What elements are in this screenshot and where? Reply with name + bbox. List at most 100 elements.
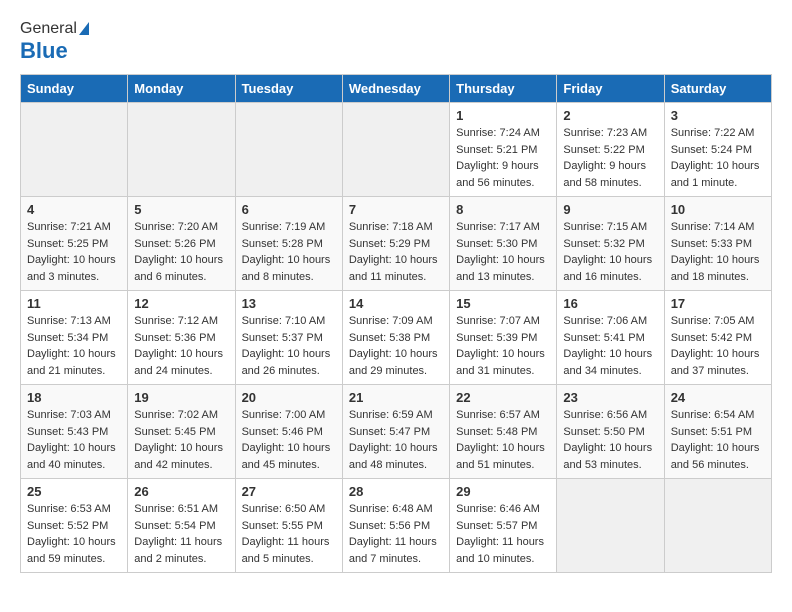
day-number: 8: [456, 202, 550, 217]
day-number: 23: [563, 390, 657, 405]
day-info: Sunrise: 6:51 AM Sunset: 5:54 PM Dayligh…: [134, 501, 228, 567]
day-number: 17: [671, 296, 765, 311]
day-number: 9: [563, 202, 657, 217]
calendar-cell: [342, 103, 449, 197]
day-info: Sunrise: 6:54 AM Sunset: 5:51 PM Dayligh…: [671, 407, 765, 473]
logo-general-text: General: [20, 20, 77, 37]
calendar-cell: [21, 103, 128, 197]
calendar-cell: 27 Sunrise: 6:50 AM Sunset: 5:55 PM Dayli…: [235, 479, 342, 573]
calendar-cell: 9 Sunrise: 7:15 AM Sunset: 5:32 PM Daylig…: [557, 197, 664, 291]
day-number: 22: [456, 390, 550, 405]
calendar-cell: 12Sunrise: 7:12 AM Sunset: 5:36 PM Dayli…: [128, 291, 235, 385]
calendar-cell: [128, 103, 235, 197]
day-number: 12: [134, 296, 228, 311]
calendar-cell: 7 Sunrise: 7:18 AM Sunset: 5:29 PM Daylig…: [342, 197, 449, 291]
day-info: Sunrise: 7:24 AM Sunset: 5:21 PM Dayligh…: [456, 125, 550, 191]
calendar-cell: 29 Sunrise: 6:46 AM Sunset: 5:57 PM Dayli…: [450, 479, 557, 573]
day-number: 28: [349, 484, 443, 499]
calendar-cell: 3 Sunrise: 7:22 AM Sunset: 5:24 PM Daylig…: [664, 103, 771, 197]
day-info: Sunrise: 7:03 AM Sunset: 5:43 PM Dayligh…: [27, 407, 121, 473]
day-info: Sunrise: 7:02 AM Sunset: 5:45 PM Dayligh…: [134, 407, 228, 473]
calendar-cell: 20Sunrise: 7:00 AM Sunset: 5:46 PM Dayli…: [235, 385, 342, 479]
day-info: Sunrise: 6:57 AM Sunset: 5:48 PM Dayligh…: [456, 407, 550, 473]
day-number: 24: [671, 390, 765, 405]
weekday-header-wednesday: Wednesday: [342, 75, 449, 103]
day-info: Sunrise: 7:06 AM Sunset: 5:41 PM Dayligh…: [563, 313, 657, 379]
calendar-cell: 5 Sunrise: 7:20 AM Sunset: 5:26 PM Daylig…: [128, 197, 235, 291]
day-info: Sunrise: 7:10 AM Sunset: 5:37 PM Dayligh…: [242, 313, 336, 379]
calendar-cell: 2 Sunrise: 7:23 AM Sunset: 5:22 PM Daylig…: [557, 103, 664, 197]
day-number: 6: [242, 202, 336, 217]
calendar-cell: 6 Sunrise: 7:19 AM Sunset: 5:28 PM Daylig…: [235, 197, 342, 291]
calendar-cell: 19 Sunrise: 7:02 AM Sunset: 5:45 PM Dayli…: [128, 385, 235, 479]
day-info: Sunrise: 6:50 AM Sunset: 5:55 PM Dayligh…: [242, 501, 336, 567]
day-info: Sunrise: 6:56 AM Sunset: 5:50 PM Dayligh…: [563, 407, 657, 473]
day-info: Sunrise: 7:07 AM Sunset: 5:39 PM Dayligh…: [456, 313, 550, 379]
day-number: 4: [27, 202, 121, 217]
calendar-week-1: 1 Sunrise: 7:24 AM Sunset: 5:21 PM Daylig…: [21, 103, 772, 197]
day-info: Sunrise: 7:15 AM Sunset: 5:32 PM Dayligh…: [563, 219, 657, 285]
day-info: Sunrise: 7:23 AM Sunset: 5:22 PM Dayligh…: [563, 125, 657, 191]
day-info: Sunrise: 7:13 AM Sunset: 5:34 PM Dayligh…: [27, 313, 121, 379]
calendar-week-2: 4 Sunrise: 7:21 AM Sunset: 5:25 PM Daylig…: [21, 197, 772, 291]
day-info: Sunrise: 7:22 AM Sunset: 5:24 PM Dayligh…: [671, 125, 765, 191]
day-number: 16: [563, 296, 657, 311]
calendar-cell: 4 Sunrise: 7:21 AM Sunset: 5:25 PM Daylig…: [21, 197, 128, 291]
day-info: Sunrise: 7:05 AM Sunset: 5:42 PM Dayligh…: [671, 313, 765, 379]
day-number: 27: [242, 484, 336, 499]
day-info: Sunrise: 6:46 AM Sunset: 5:57 PM Dayligh…: [456, 501, 550, 567]
weekday-header-monday: Monday: [128, 75, 235, 103]
calendar-cell: 18 Sunrise: 7:03 AM Sunset: 5:43 PM Dayli…: [21, 385, 128, 479]
calendar-cell: 11 Sunrise: 7:13 AM Sunset: 5:34 PM Dayli…: [21, 291, 128, 385]
calendar-cell: 10 Sunrise: 7:14 AM Sunset: 5:33 PM Dayli…: [664, 197, 771, 291]
day-number: 15: [456, 296, 550, 311]
day-number: 1: [456, 108, 550, 123]
day-number: 18: [27, 390, 121, 405]
weekday-header-friday: Friday: [557, 75, 664, 103]
day-info: Sunrise: 7:19 AM Sunset: 5:28 PM Dayligh…: [242, 219, 336, 285]
day-number: 19: [134, 390, 228, 405]
weekday-header-thursday: Thursday: [450, 75, 557, 103]
day-info: Sunrise: 7:00 AM Sunset: 5:46 PM Dayligh…: [242, 407, 336, 473]
day-info: Sunrise: 7:17 AM Sunset: 5:30 PM Dayligh…: [456, 219, 550, 285]
calendar-cell: 1 Sunrise: 7:24 AM Sunset: 5:21 PM Daylig…: [450, 103, 557, 197]
day-info: Sunrise: 7:20 AM Sunset: 5:26 PM Dayligh…: [134, 219, 228, 285]
calendar-cell: 26 Sunrise: 6:51 AM Sunset: 5:54 PM Dayli…: [128, 479, 235, 573]
calendar-cell: 22 Sunrise: 6:57 AM Sunset: 5:48 PM Dayli…: [450, 385, 557, 479]
weekday-header-tuesday: Tuesday: [235, 75, 342, 103]
calendar-cell: 16 Sunrise: 7:06 AM Sunset: 5:41 PM Dayli…: [557, 291, 664, 385]
calendar-cell: 14 Sunrise: 7:09 AM Sunset: 5:38 PM Dayli…: [342, 291, 449, 385]
day-number: 21: [349, 390, 443, 405]
day-number: 29: [456, 484, 550, 499]
calendar-cell: 28 Sunrise: 6:48 AM Sunset: 5:56 PM Dayli…: [342, 479, 449, 573]
logo: General Blue: [20, 20, 89, 64]
calendar-cell: 24 Sunrise: 6:54 AM Sunset: 5:51 PM Dayli…: [664, 385, 771, 479]
day-number: 26: [134, 484, 228, 499]
day-number: 10: [671, 202, 765, 217]
day-info: Sunrise: 6:48 AM Sunset: 5:56 PM Dayligh…: [349, 501, 443, 567]
calendar-cell: [664, 479, 771, 573]
calendar-week-5: 25Sunrise: 6:53 AM Sunset: 5:52 PM Dayli…: [21, 479, 772, 573]
calendar-cell: 17 Sunrise: 7:05 AM Sunset: 5:42 PM Dayli…: [664, 291, 771, 385]
day-number: 5: [134, 202, 228, 217]
day-number: 11: [27, 296, 121, 311]
day-info: Sunrise: 7:21 AM Sunset: 5:25 PM Dayligh…: [27, 219, 121, 285]
day-info: Sunrise: 7:09 AM Sunset: 5:38 PM Dayligh…: [349, 313, 443, 379]
weekday-header-sunday: Sunday: [21, 75, 128, 103]
day-info: Sunrise: 7:14 AM Sunset: 5:33 PM Dayligh…: [671, 219, 765, 285]
day-number: 3: [671, 108, 765, 123]
day-number: 14: [349, 296, 443, 311]
calendar-week-3: 11 Sunrise: 7:13 AM Sunset: 5:34 PM Dayli…: [21, 291, 772, 385]
calendar-table: SundayMondayTuesdayWednesdayThursdayFrid…: [20, 74, 772, 573]
day-info: Sunrise: 7:18 AM Sunset: 5:29 PM Dayligh…: [349, 219, 443, 285]
day-number: 2: [563, 108, 657, 123]
calendar-cell: 25Sunrise: 6:53 AM Sunset: 5:52 PM Dayli…: [21, 479, 128, 573]
calendar-cell: 15 Sunrise: 7:07 AM Sunset: 5:39 PM Dayli…: [450, 291, 557, 385]
calendar-cell: 23 Sunrise: 6:56 AM Sunset: 5:50 PM Dayli…: [557, 385, 664, 479]
day-number: 25: [27, 484, 121, 499]
calendar-cell: 13Sunrise: 7:10 AM Sunset: 5:37 PM Dayli…: [235, 291, 342, 385]
day-number: 7: [349, 202, 443, 217]
calendar-cell: 8 Sunrise: 7:17 AM Sunset: 5:30 PM Daylig…: [450, 197, 557, 291]
day-info: Sunrise: 6:59 AM Sunset: 5:47 PM Dayligh…: [349, 407, 443, 473]
calendar-cell: [235, 103, 342, 197]
